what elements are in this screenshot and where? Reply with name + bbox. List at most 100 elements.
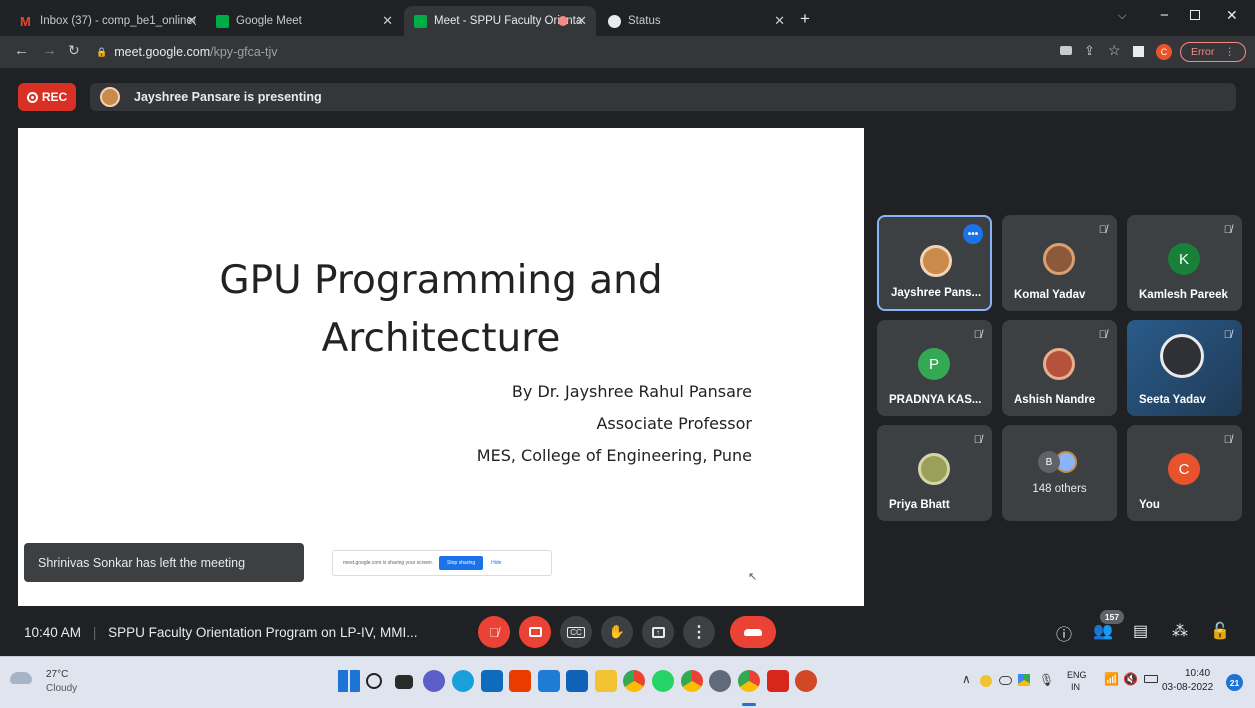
reload-icon[interactable]: ↻ <box>68 42 80 59</box>
tray-app-icon[interactable] <box>980 675 992 687</box>
present-button[interactable]: ↑ <box>642 616 674 648</box>
profile-avatar[interactable]: C <box>1156 44 1172 60</box>
participant-tile-self[interactable]: 🎙̸ C You <box>1127 425 1242 521</box>
participant-count-badge: 157 <box>1100 610 1124 624</box>
chrome-icon[interactable] <box>623 670 645 692</box>
avatar <box>1043 348 1075 380</box>
tray-mic-icon[interactable]: 🎙 <box>1039 673 1054 687</box>
close-window-button[interactable]: ✕ <box>1226 7 1238 24</box>
tab-label: Status <box>628 15 661 27</box>
address-bar: ← → ↻ 🔒 meet.google.com/kpy-gfca-tjv ⇪ ☆… <box>0 36 1255 68</box>
others-tile[interactable]: B 148 others <box>1002 425 1117 521</box>
captions-button[interactable]: CC <box>560 616 592 648</box>
back-arrow-icon[interactable]: ← <box>14 42 29 59</box>
participant-tile[interactable]: ••• Jayshree Pans... <box>877 215 992 311</box>
acrobat-icon[interactable] <box>767 670 789 692</box>
avatar: K <box>1168 243 1200 275</box>
notification-badge[interactable]: 21 <box>1226 674 1243 691</box>
activities-icon[interactable]: ⁂ <box>1172 621 1188 641</box>
close-icon[interactable]: ✕ <box>774 13 785 29</box>
search-icon[interactable] <box>366 673 382 689</box>
calculator-icon[interactable] <box>566 670 588 692</box>
chrome-profile-icon[interactable] <box>681 670 703 692</box>
hang-up-icon <box>744 628 762 636</box>
tab-google-meet[interactable]: Google Meet ✕ <box>206 6 402 36</box>
minimize-button[interactable]: − <box>1160 7 1169 24</box>
active-app-indicator <box>742 703 756 706</box>
tray-cloud-icon[interactable] <box>999 676 1012 685</box>
clock-date: 03-08-2022 <box>1162 682 1214 693</box>
clock-time[interactable]: 10:40 <box>1185 668 1210 679</box>
participant-name: Kamlesh Pareek <box>1139 289 1228 301</box>
stop-sharing-button[interactable]: Stop sharing <box>439 556 484 570</box>
participant-tile[interactable]: 🎙̸ P PRADNYA KAS... <box>877 320 992 416</box>
participant-tile[interactable]: 🎙̸ K Kamlesh Pareek <box>1127 215 1242 311</box>
close-icon[interactable]: ✕ <box>576 13 587 29</box>
tab-search-chevron-icon[interactable]: ⌵ <box>1118 10 1126 23</box>
share-text: meet.google.com is sharing your screen. <box>343 560 434 566</box>
windows-start-icon[interactable] <box>338 670 360 692</box>
windows-taskbar: 27°C Cloudy ∧ 🎙 ENG IN 📶 🔇 10:40 03-08-2… <box>0 656 1255 708</box>
mail-icon[interactable] <box>481 670 503 692</box>
tray-drive-icon[interactable] <box>1018 674 1030 686</box>
raise-hand-button[interactable]: ✋ <box>601 616 633 648</box>
hide-button[interactable]: Hide <box>491 560 501 566</box>
chrome-active-icon[interactable] <box>738 670 760 692</box>
host-controls-icon[interactable]: 🔓 <box>1210 621 1230 641</box>
url-field[interactable]: 🔒 meet.google.com/kpy-gfca-tjv <box>96 40 1036 64</box>
new-tab-button[interactable]: + <box>800 9 810 29</box>
presenter-banner: Jayshree Pansare is presenting <box>90 83 1236 111</box>
lms-icon[interactable] <box>538 670 560 692</box>
battery-icon[interactable] <box>1144 675 1158 683</box>
meeting-info-icon[interactable]: ⓘ <box>1056 621 1072 645</box>
screen-share-bar: meet.google.com is sharing your screen. … <box>332 550 552 576</box>
sidebar-icon[interactable] <box>1133 46 1144 57</box>
close-icon[interactable]: ✕ <box>382 13 393 29</box>
volume-muted-icon[interactable]: 🔇 <box>1123 672 1138 686</box>
meet-main: REC Jayshree Pansare is presenting GPU P… <box>0 68 1255 656</box>
bookmark-star-icon[interactable]: ☆ <box>1108 42 1121 59</box>
participant-tile[interactable]: 🎙̸ Priya Bhatt <box>877 425 992 521</box>
error-button[interactable]: Error ⋮ <box>1180 42 1246 62</box>
tab-status[interactable]: Status ✕ <box>598 6 794 36</box>
chat-icon[interactable]: ▤ <box>1133 621 1148 641</box>
whatsapp-icon[interactable] <box>652 670 674 692</box>
task-view-icon[interactable] <box>395 675 413 689</box>
lang-bottom: IN <box>1071 682 1080 692</box>
participant-tile[interactable]: 🎙̸ Ashish Nandre <box>1002 320 1117 416</box>
powerpoint-icon[interactable] <box>795 670 817 692</box>
file-explorer-icon[interactable] <box>595 670 617 692</box>
wifi-icon[interactable]: 📶 <box>1104 672 1119 686</box>
participant-tile[interactable]: 🎙̸ Komal Yadav <box>1002 215 1117 311</box>
more-options-icon[interactable]: ••• <box>963 224 983 244</box>
forward-arrow-icon[interactable]: → <box>42 42 57 59</box>
avatar <box>1043 243 1075 275</box>
office-icon[interactable] <box>509 670 531 692</box>
share-icon[interactable]: ⇪ <box>1084 43 1095 59</box>
teams-chat-icon[interactable] <box>423 670 445 692</box>
camera-in-use-icon[interactable] <box>1060 46 1072 55</box>
mic-off-icon: 🎙̸ <box>489 624 499 640</box>
avatar <box>920 245 952 277</box>
show-hidden-icons-chevron[interactable]: ∧ <box>962 672 971 686</box>
more-options-button[interactable]: ⋮ <box>683 616 715 648</box>
participant-name: Ashish Nandre <box>1014 394 1096 406</box>
mic-toggle-button[interactable]: 🎙̸ <box>478 616 510 648</box>
people-icon[interactable]: 👥 <box>1093 621 1113 641</box>
participant-name: Seeta Yadav <box>1139 394 1206 406</box>
settings-gear-icon[interactable] <box>709 670 731 692</box>
separator: | <box>92 625 97 640</box>
tab-meet-sppu[interactable]: Meet - SPPU Faculty Orienta ✕ <box>404 6 596 36</box>
error-label: Error <box>1191 46 1215 58</box>
tab-gmail-inbox[interactable]: M Inbox (37) - comp_be1_online@ ✕ <box>10 6 206 36</box>
participant-name: Jayshree Pans... <box>891 287 982 299</box>
participant-tile[interactable]: 🎙̸ Seeta Yadav <box>1127 320 1242 416</box>
camera-toggle-button[interactable] <box>519 616 551 648</box>
left-meeting-toast: Shrinivas Sonkar has left the meeting <box>24 543 304 582</box>
close-icon[interactable]: ✕ <box>186 13 197 29</box>
edge-icon[interactable] <box>452 670 474 692</box>
leave-call-button[interactable] <box>730 616 776 648</box>
lang-top[interactable]: ENG <box>1067 670 1087 680</box>
maximize-button[interactable] <box>1190 10 1200 20</box>
weather-desc: Cloudy <box>46 683 78 694</box>
